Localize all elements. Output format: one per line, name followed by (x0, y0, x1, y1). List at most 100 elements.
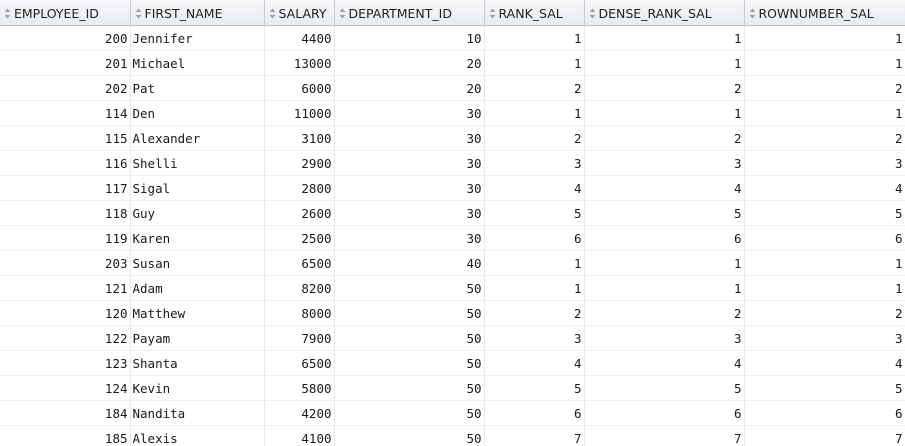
sort-icon[interactable] (749, 8, 756, 19)
cell-rownumber-sal[interactable]: 7 (744, 425, 905, 446)
cell-department-id[interactable]: 50 (334, 275, 485, 301)
table-row[interactable]: 202 Pat 6000 20 2 2 2 (0, 75, 905, 101)
cell-first-name[interactable]: Karen (130, 225, 265, 251)
cell-rownumber-sal[interactable]: 2 (744, 125, 905, 151)
cell-dense-rank-sal[interactable]: 7 (584, 425, 745, 446)
cell-rank-sal[interactable]: 5 (484, 375, 585, 401)
cell-department-id[interactable]: 50 (334, 400, 485, 426)
cell-first-name[interactable]: Sigal (130, 175, 265, 201)
table-row[interactable]: 119 Karen 2500 30 6 6 6 (0, 225, 905, 251)
table-row[interactable]: 124 Kevin 5800 50 5 5 5 (0, 375, 905, 401)
cell-rank-sal[interactable]: 5 (484, 200, 585, 226)
cell-rank-sal[interactable]: 4 (484, 175, 585, 201)
cell-department-id[interactable]: 30 (334, 225, 485, 251)
cell-salary[interactable]: 7900 (264, 325, 335, 351)
cell-department-id[interactable]: 50 (334, 300, 485, 326)
cell-rank-sal[interactable]: 1 (484, 100, 585, 126)
cell-employee-id[interactable]: 115 (0, 125, 131, 151)
table-row[interactable]: 203 Susan 6500 40 1 1 1 (0, 250, 905, 276)
cell-department-id[interactable]: 30 (334, 175, 485, 201)
cell-salary[interactable]: 6500 (264, 350, 335, 376)
cell-salary[interactable]: 2800 (264, 175, 335, 201)
cell-employee-id[interactable]: 202 (0, 75, 131, 101)
cell-rownumber-sal[interactable]: 1 (744, 250, 905, 276)
cell-department-id[interactable]: 10 (334, 25, 485, 51)
column-header-dense-rank-sal[interactable]: DENSE_RANK_SAL (584, 0, 745, 26)
cell-salary[interactable]: 2600 (264, 200, 335, 226)
cell-department-id[interactable]: 30 (334, 100, 485, 126)
cell-salary[interactable]: 2500 (264, 225, 335, 251)
cell-employee-id[interactable]: 203 (0, 250, 131, 276)
sort-icon[interactable] (339, 8, 346, 19)
cell-first-name[interactable]: Matthew (130, 300, 265, 326)
cell-rownumber-sal[interactable]: 2 (744, 300, 905, 326)
cell-first-name[interactable]: Kevin (130, 375, 265, 401)
cell-department-id[interactable]: 50 (334, 325, 485, 351)
cell-rank-sal[interactable]: 1 (484, 275, 585, 301)
cell-dense-rank-sal[interactable]: 2 (584, 300, 745, 326)
table-row[interactable]: 201 Michael 13000 20 1 1 1 (0, 50, 905, 76)
sort-icon[interactable] (135, 8, 142, 19)
cell-dense-rank-sal[interactable]: 1 (584, 250, 745, 276)
table-row[interactable]: 120 Matthew 8000 50 2 2 2 (0, 300, 905, 326)
cell-dense-rank-sal[interactable]: 1 (584, 100, 745, 126)
cell-first-name[interactable]: Guy (130, 200, 265, 226)
cell-first-name[interactable]: Michael (130, 50, 265, 76)
cell-first-name[interactable]: Payam (130, 325, 265, 351)
cell-rownumber-sal[interactable]: 5 (744, 375, 905, 401)
cell-rank-sal[interactable]: 2 (484, 125, 585, 151)
cell-rownumber-sal[interactable]: 3 (744, 150, 905, 176)
cell-rank-sal[interactable]: 7 (484, 425, 585, 446)
cell-rownumber-sal[interactable]: 1 (744, 275, 905, 301)
table-row[interactable]: 185 Alexis 4100 50 7 7 7 (0, 425, 905, 446)
sort-icon[interactable] (4, 8, 11, 19)
cell-rownumber-sal[interactable]: 1 (744, 50, 905, 76)
cell-rank-sal[interactable]: 3 (484, 150, 585, 176)
cell-employee-id[interactable]: 117 (0, 175, 131, 201)
cell-rownumber-sal[interactable]: 3 (744, 325, 905, 351)
column-header-department-id[interactable]: DEPARTMENT_ID (334, 0, 485, 26)
cell-employee-id[interactable]: 123 (0, 350, 131, 376)
table-row[interactable]: 118 Guy 2600 30 5 5 5 (0, 200, 905, 226)
cell-first-name[interactable]: Den (130, 100, 265, 126)
cell-dense-rank-sal[interactable]: 5 (584, 375, 745, 401)
cell-dense-rank-sal[interactable]: 3 (584, 150, 745, 176)
cell-department-id[interactable]: 50 (334, 375, 485, 401)
cell-rank-sal[interactable]: 6 (484, 400, 585, 426)
table-row[interactable]: 115 Alexander 3100 30 2 2 2 (0, 125, 905, 151)
column-header-rank-sal[interactable]: RANK_SAL (484, 0, 585, 26)
cell-dense-rank-sal[interactable]: 4 (584, 175, 745, 201)
table-row[interactable]: 114 Den 11000 30 1 1 1 (0, 100, 905, 126)
cell-rank-sal[interactable]: 1 (484, 250, 585, 276)
cell-employee-id[interactable]: 118 (0, 200, 131, 226)
results-grid[interactable]: EMPLOYEE_ID FIRST_NAME SALARY DEPARTMENT_ID… (0, 0, 905, 446)
cell-department-id[interactable]: 20 (334, 75, 485, 101)
cell-department-id[interactable]: 50 (334, 350, 485, 376)
table-row[interactable]: 122 Payam 7900 50 3 3 3 (0, 325, 905, 351)
cell-first-name[interactable]: Shelli (130, 150, 265, 176)
cell-dense-rank-sal[interactable]: 1 (584, 25, 745, 51)
cell-rownumber-sal[interactable]: 5 (744, 200, 905, 226)
cell-rownumber-sal[interactable]: 6 (744, 400, 905, 426)
cell-rank-sal[interactable]: 2 (484, 300, 585, 326)
cell-department-id[interactable]: 30 (334, 200, 485, 226)
cell-first-name[interactable]: Susan (130, 250, 265, 276)
cell-employee-id[interactable]: 122 (0, 325, 131, 351)
cell-employee-id[interactable]: 185 (0, 425, 131, 446)
cell-department-id[interactable]: 30 (334, 125, 485, 151)
cell-salary[interactable]: 13000 (264, 50, 335, 76)
cell-dense-rank-sal[interactable]: 4 (584, 350, 745, 376)
cell-dense-rank-sal[interactable]: 1 (584, 50, 745, 76)
cell-employee-id[interactable]: 114 (0, 100, 131, 126)
sort-icon[interactable] (589, 8, 596, 19)
table-row[interactable]: 121 Adam 8200 50 1 1 1 (0, 275, 905, 301)
cell-department-id[interactable]: 20 (334, 50, 485, 76)
sort-icon[interactable] (489, 8, 496, 19)
cell-rownumber-sal[interactable]: 2 (744, 75, 905, 101)
cell-department-id[interactable]: 50 (334, 425, 485, 446)
column-header-first-name[interactable]: FIRST_NAME (130, 0, 265, 26)
cell-rank-sal[interactable]: 4 (484, 350, 585, 376)
cell-rank-sal[interactable]: 1 (484, 25, 585, 51)
cell-first-name[interactable]: Alexander (130, 125, 265, 151)
cell-dense-rank-sal[interactable]: 1 (584, 275, 745, 301)
